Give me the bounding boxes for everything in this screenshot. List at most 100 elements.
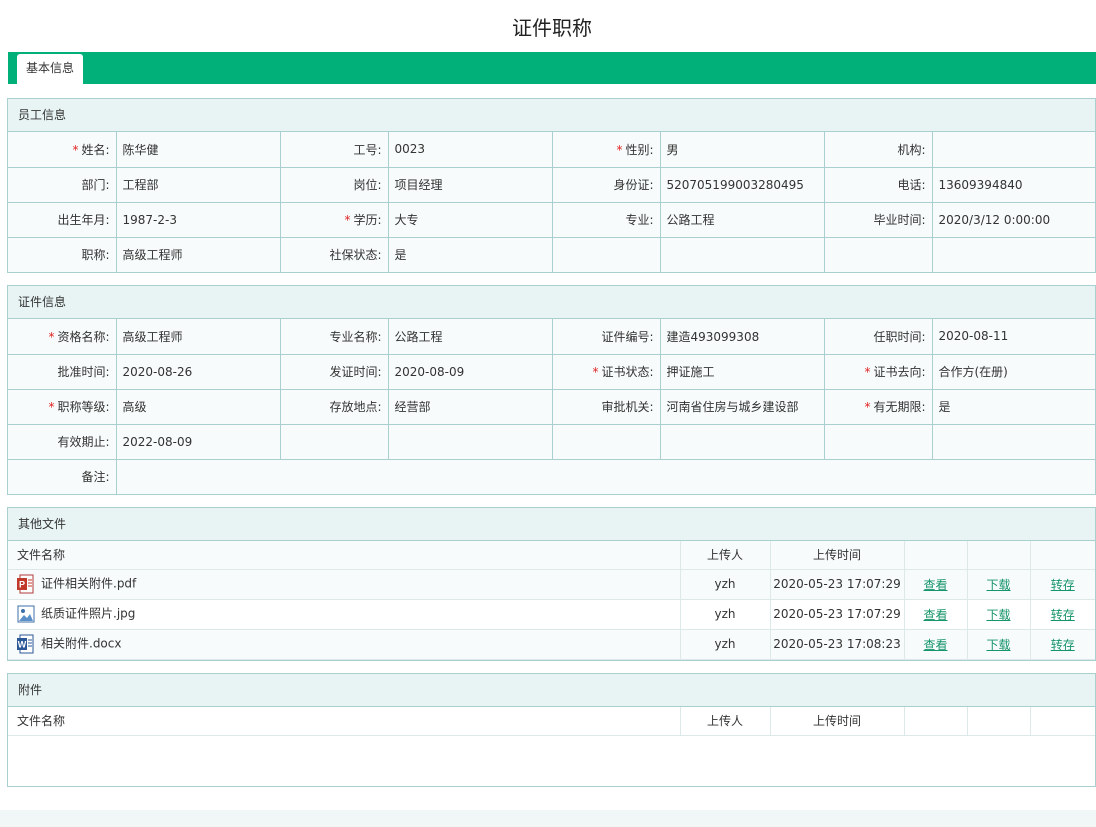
field-value: 公路工程	[660, 202, 825, 238]
field-label-text: 资格名称:	[57, 329, 110, 344]
field-value	[388, 424, 553, 460]
field-value	[932, 424, 1096, 460]
view-link[interactable]: 查看	[923, 638, 947, 652]
required-marker: *	[864, 400, 871, 414]
field-label: 任职时间:	[824, 319, 933, 355]
col-download	[967, 707, 1031, 736]
file-row: P 证件相关附件.pdf yzh 2020-05-23 17:07:29 查看 下载 转存	[8, 569, 1095, 600]
field-label-text: 性别:	[625, 142, 654, 157]
footer-strip	[0, 810, 1096, 827]
other-files-table: 文件名称 上传人 上传时间 P 证件相关附件.pdf yzh 2020-05-23 1…	[8, 541, 1095, 660]
field-value: 0023	[388, 132, 553, 168]
field-label-text: 毕业时间:	[873, 213, 926, 227]
field-value: 公路工程	[388, 319, 553, 355]
page-title: 证件职称	[512, 16, 592, 40]
form-row: 有效期止: 2022-08-09	[8, 424, 1096, 460]
field-label: * 证书状态:	[552, 354, 661, 390]
form-row: 批准时间: 2020-08-26 发证时间: 2020-08-09 * 证书状态: 押证施工…	[8, 354, 1096, 390]
field-value: 押证施工	[660, 354, 825, 390]
field-label: 身份证:	[552, 167, 661, 203]
field-label-text: 部门:	[81, 178, 110, 192]
field-label-text: 姓名:	[81, 142, 110, 157]
required-marker: *	[592, 365, 599, 379]
field-label-text: 存放地点:	[329, 400, 382, 414]
field-value: 经营部	[388, 389, 553, 425]
field-label: 工号:	[280, 132, 389, 168]
remark-row: 备注:	[8, 459, 1096, 494]
image-file-icon	[17, 604, 35, 624]
file-name-cell: 纸质证件照片.jpg	[8, 599, 681, 630]
field-label: * 性别:	[552, 132, 661, 168]
transfer-link[interactable]: 转存	[1051, 578, 1075, 592]
required-marker: *	[72, 142, 79, 157]
word-file-icon: W	[17, 634, 35, 654]
download-cell: 下载	[967, 599, 1031, 630]
field-label-text: 机构:	[897, 142, 926, 157]
employee-info-title: 员工信息	[8, 99, 1095, 132]
field-label-text: 电话:	[897, 178, 926, 192]
required-marker: *	[48, 329, 55, 344]
transfer-link[interactable]: 转存	[1051, 638, 1075, 652]
field-label: 社保状态:	[280, 237, 389, 272]
field-value: 高级工程师	[116, 237, 281, 272]
view-link[interactable]: 查看	[923, 608, 947, 622]
field-label: 批准时间:	[8, 354, 117, 390]
form-row: 部门: 工程部 岗位: 项目经理 身份证: 520705199003280495 电话: 13…	[8, 167, 1096, 203]
field-label-text: 职称:	[81, 248, 110, 263]
attachments-title: 附件	[8, 674, 1095, 707]
other-files-panel: 其他文件 文件名称 上传人 上传时间 P 证件相关附件.pdf yzh 2020-05…	[7, 507, 1096, 661]
field-label-text: 发证时间:	[329, 365, 382, 379]
file-uploader: yzh	[680, 569, 771, 600]
tab-basic-info[interactable]: 基本信息	[17, 54, 83, 84]
transfer-link[interactable]: 转存	[1051, 608, 1075, 622]
field-value: 是	[932, 389, 1096, 425]
transfer-cell: 转存	[1030, 599, 1095, 630]
view-cell: 查看	[904, 599, 968, 630]
employee-info-panel: 员工信息 * 姓名: 陈华健 工号: 0023 * 性别: 男机构: 部门: 工程部 岗位: 项目经理…	[7, 98, 1096, 273]
field-label-text: 批准时间:	[57, 365, 110, 379]
download-link[interactable]: 下载	[986, 578, 1010, 592]
field-value: 陈华健	[116, 132, 281, 168]
download-link[interactable]: 下载	[986, 638, 1010, 652]
field-value: 2020-08-11	[932, 319, 1096, 355]
col-uploader: 上传人	[680, 707, 771, 736]
file-name[interactable]: 相关附件.docx	[41, 637, 121, 651]
col-download	[967, 541, 1031, 570]
file-uploader: yzh	[680, 629, 771, 660]
certificate-info-title: 证件信息	[8, 286, 1095, 319]
file-name[interactable]: 纸质证件照片.jpg	[41, 607, 135, 621]
download-link[interactable]: 下载	[986, 608, 1010, 622]
file-name[interactable]: 证件相关附件.pdf	[41, 577, 136, 591]
certificate-info-table: * 资格名称: 高级工程师 专业名称: 公路工程 证件编号: 建造493099308 任职时间…	[8, 319, 1096, 494]
field-value: 建造493099308	[660, 319, 825, 355]
field-value: 2020/3/12 0:00:00	[932, 202, 1096, 238]
field-label-text: 身份证:	[613, 178, 654, 192]
field-label: 专业:	[552, 202, 661, 238]
attachments-panel: 附件 文件名称 上传人 上传时间	[7, 673, 1096, 787]
required-marker: *	[48, 400, 55, 414]
field-label: * 职称等级:	[8, 389, 117, 425]
file-name-cell: P 证件相关附件.pdf	[8, 569, 681, 600]
svg-text:W: W	[18, 640, 27, 650]
form-row: 出生年月: 1987-2-3 * 学历: 大专 专业: 公路工程 毕业时间: 2020/3/12…	[8, 202, 1096, 238]
remark-label: 备注:	[8, 459, 117, 494]
transfer-cell: 转存	[1030, 569, 1095, 600]
col-view	[904, 541, 968, 570]
field-value: 项目经理	[388, 167, 553, 203]
field-label-text: 专业名称:	[329, 329, 382, 344]
required-marker: *	[616, 142, 623, 157]
col-view	[904, 707, 968, 736]
field-label: 电话:	[824, 167, 933, 203]
field-value: 男	[660, 132, 825, 168]
col-transfer	[1030, 541, 1095, 570]
view-link[interactable]: 查看	[923, 578, 947, 592]
required-marker: *	[344, 213, 351, 227]
view-cell: 查看	[904, 629, 968, 660]
field-value: 2020-08-26	[116, 354, 281, 390]
remark-value	[116, 459, 1096, 494]
required-marker: *	[864, 365, 871, 379]
field-label: 职称:	[8, 237, 117, 272]
field-label: * 资格名称:	[8, 319, 117, 355]
pdf-file-icon: P	[17, 574, 35, 594]
field-label	[824, 237, 933, 272]
